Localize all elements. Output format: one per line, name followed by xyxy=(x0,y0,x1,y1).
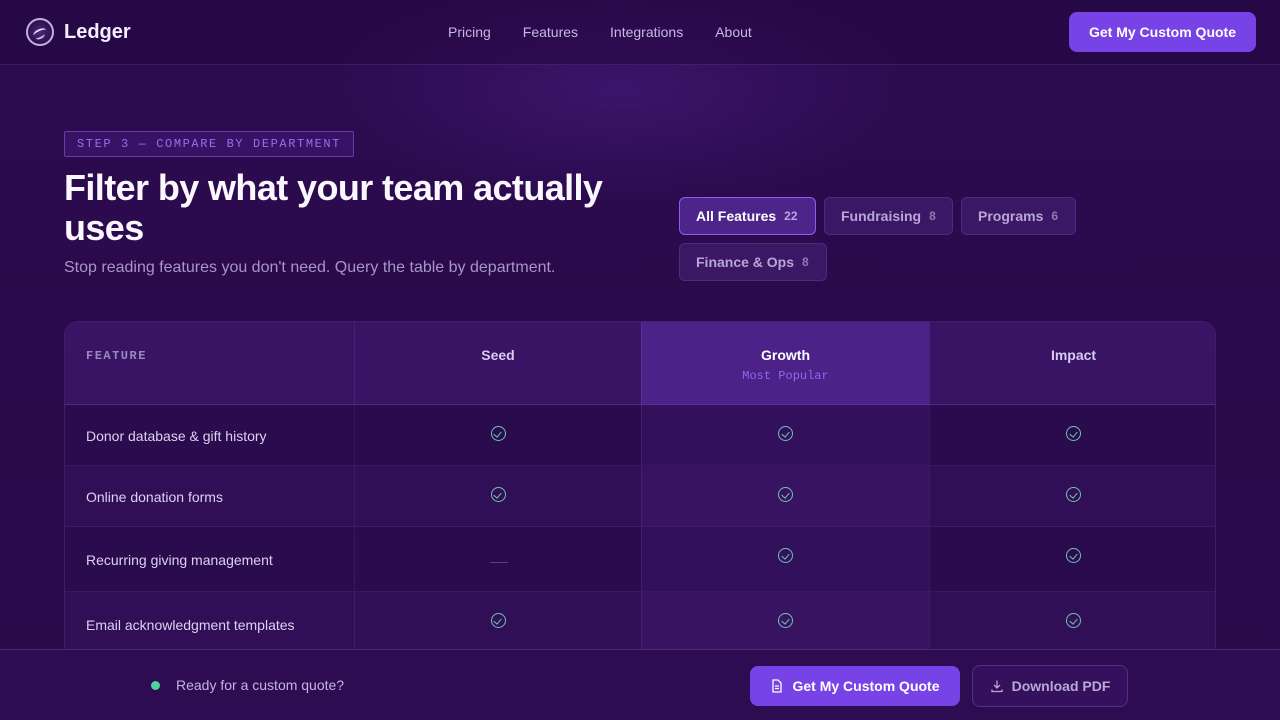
plan-name: Impact xyxy=(1050,347,1097,363)
filter-count: 8 xyxy=(929,209,936,223)
download-pdf-label: Download PDF xyxy=(1011,678,1111,694)
download-icon xyxy=(990,680,1003,693)
feature-name: Donor database & gift history xyxy=(86,427,267,444)
quote-prompt: Ready for a custom quote? xyxy=(176,677,345,693)
feature-cell: Email acknowledgment templates xyxy=(65,592,354,656)
plan-cell-seed xyxy=(354,405,641,465)
feature-cell: Online donation forms xyxy=(65,466,354,526)
plan-cell-impact xyxy=(929,405,1215,465)
plan-cell-seed xyxy=(354,592,641,656)
table-row: Online donation forms xyxy=(65,466,1215,527)
filter-label: Fundraising xyxy=(841,208,922,224)
plan-cell-seed xyxy=(354,466,641,526)
plan-cell-impact xyxy=(929,466,1215,526)
check-circle-icon xyxy=(490,487,506,502)
filter-fundraising[interactable]: Fundraising 8 xyxy=(824,197,953,235)
plan-cell-growth xyxy=(641,592,929,656)
table-row: Donor database & gift history xyxy=(65,405,1215,466)
nav-quote-button[interactable]: Get My Custom Quote xyxy=(1069,12,1256,52)
plan-cell-impact xyxy=(929,527,1215,591)
plan-cell-seed xyxy=(354,527,641,591)
feature-name: Recurring giving management xyxy=(86,551,273,568)
feature-cell: Recurring giving management xyxy=(65,527,354,591)
feature-header-label: FEATURE xyxy=(86,349,147,363)
nav-link-pricing[interactable]: Pricing xyxy=(448,24,491,40)
filter-label: Programs xyxy=(978,208,1044,224)
check-circle-icon xyxy=(778,548,793,563)
brand-logo[interactable]: Ledger xyxy=(26,18,131,46)
table-header: FEATURE Seed Growth Most Popular Impact xyxy=(65,322,1215,405)
check-circle-icon xyxy=(778,613,793,628)
filter-count: 8 xyxy=(802,255,809,269)
table-row: Email acknowledgment templates xyxy=(65,592,1215,657)
filter-finance-ops[interactable]: Finance & Ops 8 xyxy=(679,243,827,281)
sticky-quote-bar: Ready for a custom quote? Get My Custom … xyxy=(0,649,1280,720)
page-subtitle: Stop reading features you don't need. Qu… xyxy=(64,259,556,276)
nav-link-about[interactable]: About xyxy=(715,24,752,40)
check-circle-icon xyxy=(1066,548,1081,563)
document-icon xyxy=(772,679,783,693)
nav-link-features[interactable]: Features xyxy=(523,24,578,40)
feature-name: Email acknowledgment templates xyxy=(86,616,295,633)
plan-name: Seed xyxy=(481,347,515,363)
filter-count: 22 xyxy=(784,209,798,223)
plan-header-growth: Growth Most Popular xyxy=(641,322,929,405)
nav-links: Pricing Features Integrations About xyxy=(448,24,752,40)
plan-cell-impact xyxy=(929,592,1215,656)
brand-name: Ledger xyxy=(64,20,131,43)
get-quote-label: Get My Custom Quote xyxy=(792,678,940,694)
top-navbar: Ledger Pricing Features Integrations Abo… xyxy=(0,0,1280,65)
filter-count: 6 xyxy=(1051,209,1059,223)
dash-icon xyxy=(489,561,508,563)
most-popular-badge: Most Popular xyxy=(742,369,829,383)
download-pdf-button[interactable]: Download PDF xyxy=(972,665,1128,707)
plan-name: Growth xyxy=(761,347,810,363)
plan-header-impact: Impact xyxy=(929,322,1215,405)
filter-programs[interactable]: Programs 6 xyxy=(961,197,1076,235)
step-label: STEP 3 — COMPARE BY DEPARTMENT xyxy=(64,131,355,157)
plan-cell-growth xyxy=(641,405,929,465)
plan-cell-growth xyxy=(641,466,929,526)
feature-name: Online donation forms xyxy=(86,488,223,505)
feature-cell: Donor database & gift history xyxy=(65,405,354,465)
get-quote-button[interactable]: Get My Custom Quote xyxy=(750,666,960,706)
feature-column-header: FEATURE xyxy=(65,322,354,405)
logo-icon xyxy=(26,18,54,46)
check-circle-icon xyxy=(778,426,793,441)
filter-label: All Features xyxy=(696,208,777,224)
status-dot-icon xyxy=(151,681,160,690)
check-circle-icon xyxy=(1066,426,1081,441)
table-row: Recurring giving management xyxy=(65,527,1215,592)
check-circle-icon xyxy=(490,613,506,628)
nav-link-integrations[interactable]: Integrations xyxy=(610,24,683,40)
check-circle-icon xyxy=(778,487,793,502)
filter-all-features[interactable]: All Features 22 xyxy=(679,197,816,235)
plan-header-seed: Seed xyxy=(354,322,641,405)
plan-cell-growth xyxy=(641,527,929,591)
check-circle-icon xyxy=(490,426,506,441)
filter-label: Finance & Ops xyxy=(696,254,795,270)
check-circle-icon xyxy=(1066,613,1081,628)
check-circle-icon xyxy=(1066,487,1081,502)
page-title: Filter by what your team actually uses xyxy=(64,167,603,248)
